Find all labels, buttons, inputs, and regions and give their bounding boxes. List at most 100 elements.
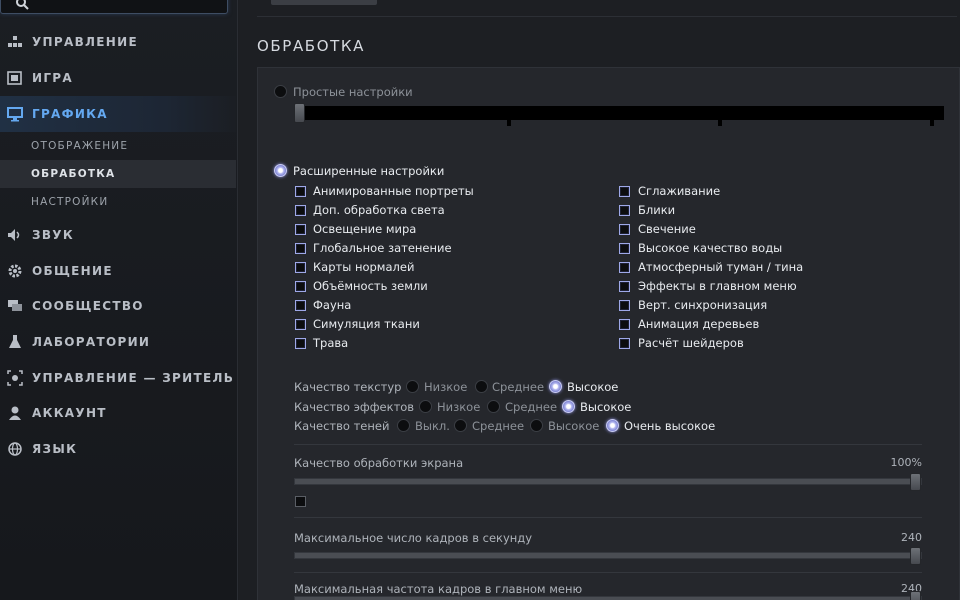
- shadow-quality-label: Качество теней: [294, 419, 390, 433]
- texture-high-radio[interactable]: [549, 380, 562, 393]
- section-title: ОБРАБОТКА: [257, 37, 365, 55]
- spectator-icon: [7, 370, 23, 386]
- setting-checkbox[interactable]: [619, 205, 630, 216]
- monitor-icon: [7, 106, 23, 122]
- simple-settings-label: Простые настройки: [293, 85, 413, 99]
- flask-icon: [7, 334, 23, 350]
- sidebar-item-label: УПРАВЛЕНИЕ — ЗРИТЕЛЬ: [32, 371, 235, 385]
- game-icon: [7, 70, 23, 86]
- setting-checkbox[interactable]: [619, 300, 630, 311]
- setting-checkbox[interactable]: [295, 224, 306, 235]
- speaker-icon: [7, 227, 23, 243]
- settings-panel: Простые настройки Расширенные настройки …: [257, 67, 960, 600]
- setting-checkbox-label: Доп. обработка света: [313, 203, 445, 217]
- effects-quality-label: Качество эффектов: [294, 400, 415, 414]
- setting-checkbox-label: Глобальное затенение: [313, 241, 452, 255]
- effects-medium-radio[interactable]: [487, 400, 500, 413]
- effects-high-radio[interactable]: [562, 400, 575, 413]
- slider-thumb[interactable]: [910, 591, 921, 600]
- advanced-settings-radio[interactable]: [274, 164, 287, 177]
- setting-checkbox[interactable]: [619, 224, 630, 235]
- setting-checkbox-label: Эффекты в главном меню: [638, 279, 797, 293]
- slider-thumb[interactable]: [910, 547, 921, 565]
- simple-settings-radio[interactable]: [274, 85, 287, 98]
- sidebar-sub-display[interactable]: ОТОБРАЖЕНИЕ: [0, 132, 236, 160]
- simple-quality-slider[interactable]: [294, 103, 944, 126]
- sidebar-sub-settings[interactable]: НАСТРОЙКИ: [0, 188, 236, 216]
- shadow-medium-radio[interactable]: [454, 419, 467, 432]
- setting-checkbox-label: Блики: [638, 203, 676, 217]
- setting-checkbox[interactable]: [295, 186, 306, 197]
- sidebar-item-label: УПРАВЛЕНИЕ: [32, 35, 138, 49]
- shadow-ultra-radio[interactable]: [606, 419, 619, 432]
- setting-checkbox[interactable]: [295, 281, 306, 292]
- texture-medium-radio[interactable]: [475, 380, 488, 393]
- sidebar-item-social[interactable]: ОБЩЕНИЕ: [0, 253, 236, 289]
- sidebar-item-account[interactable]: АККАУНТ: [0, 395, 236, 431]
- user-icon: [7, 405, 23, 421]
- setting-checkbox-label: Анимация деревьев: [638, 317, 760, 331]
- texture-low-label: Низкое: [424, 380, 468, 394]
- setting-checkbox-label: Атмосферный туман / тина: [638, 260, 804, 274]
- sidebar-item-language[interactable]: ЯЗЫК: [0, 431, 236, 467]
- setting-checkbox-label: Верт. синхронизация: [638, 298, 768, 312]
- screen-render-value: 100%: [890, 456, 922, 469]
- chat-icon: [7, 298, 23, 314]
- setting-checkbox[interactable]: [619, 243, 630, 254]
- shadow-off-radio[interactable]: [397, 419, 410, 432]
- screen-render-slider[interactable]: [294, 473, 922, 491]
- gear-icon: [7, 263, 23, 279]
- top-button[interactable]: [271, 0, 377, 5]
- texture-low-radio[interactable]: [406, 380, 419, 393]
- sidebar-sub-processing[interactable]: ОБРАБОТКА: [0, 160, 236, 188]
- setting-checkbox[interactable]: [295, 338, 306, 349]
- max-fps-value: 240: [901, 531, 922, 544]
- screen-render-checkbox[interactable]: [295, 496, 306, 507]
- setting-checkbox[interactable]: [295, 205, 306, 216]
- sidebar-item-label: ИГРА: [32, 71, 73, 85]
- setting-checkbox[interactable]: [619, 338, 630, 349]
- setting-checkbox-label: Анимированные портреты: [313, 184, 474, 198]
- setting-checkbox-label: Карты нормалей: [313, 260, 415, 274]
- effects-low-label: Низкое: [437, 400, 481, 414]
- max-fps-slider[interactable]: [294, 547, 922, 565]
- slider-fill: [295, 553, 921, 558]
- sidebar-item-sound[interactable]: ЗВУК: [0, 217, 236, 253]
- shadow-high-radio[interactable]: [530, 419, 543, 432]
- divider: [294, 444, 922, 445]
- setting-checkbox[interactable]: [619, 281, 630, 292]
- sidebar-item-community[interactable]: СООБЩЕСТВО: [0, 288, 236, 324]
- setting-checkbox-label: Трава: [313, 336, 349, 350]
- setting-checkbox-label: Высокое качество воды: [638, 241, 783, 255]
- sidebar-item-labs[interactable]: ЛАБОРАТОРИИ: [0, 324, 236, 360]
- setting-checkbox[interactable]: [619, 319, 630, 330]
- sidebar-item-label: ГРАФИКА: [32, 107, 108, 121]
- search-input[interactable]: [0, 0, 228, 14]
- shadow-ultra-label: Очень высокое: [624, 419, 716, 433]
- setting-checkbox[interactable]: [295, 300, 306, 311]
- effects-medium-label: Среднее: [505, 400, 558, 414]
- slider-thumb[interactable]: [294, 103, 305, 123]
- screen-render-label: Качество обработки экрана: [294, 456, 464, 470]
- setting-checkbox-label: Симуляция ткани: [313, 317, 420, 331]
- sidebar-item-game[interactable]: ИГРА: [0, 60, 236, 96]
- setting-checkbox-label: Сглаживание: [638, 184, 721, 198]
- slider-fill: [295, 479, 921, 484]
- sidebar-item-spectator[interactable]: УПРАВЛЕНИЕ — ЗРИТЕЛЬ: [0, 360, 236, 396]
- setting-checkbox[interactable]: [295, 262, 306, 273]
- slider-tick: [507, 120, 511, 126]
- slider-tick: [718, 120, 722, 126]
- setting-checkbox[interactable]: [619, 262, 630, 273]
- setting-checkbox[interactable]: [295, 243, 306, 254]
- menu-fps-slider[interactable]: [294, 591, 922, 600]
- sidebar-item-label: ЯЗЫК: [32, 442, 78, 456]
- search-icon: [16, 0, 29, 10]
- setting-checkbox-label: Расчёт шейдеров: [638, 336, 744, 350]
- sidebar-item-label: ЛАБОРАТОРИИ: [32, 335, 151, 349]
- setting-checkbox[interactable]: [295, 319, 306, 330]
- slider-thumb[interactable]: [910, 473, 921, 491]
- effects-low-radio[interactable]: [419, 400, 432, 413]
- sidebar-item-controls[interactable]: УПРАВЛЕНИЕ: [0, 24, 236, 60]
- setting-checkbox[interactable]: [619, 186, 630, 197]
- sidebar-item-graphics[interactable]: ГРАФИКА: [0, 96, 236, 132]
